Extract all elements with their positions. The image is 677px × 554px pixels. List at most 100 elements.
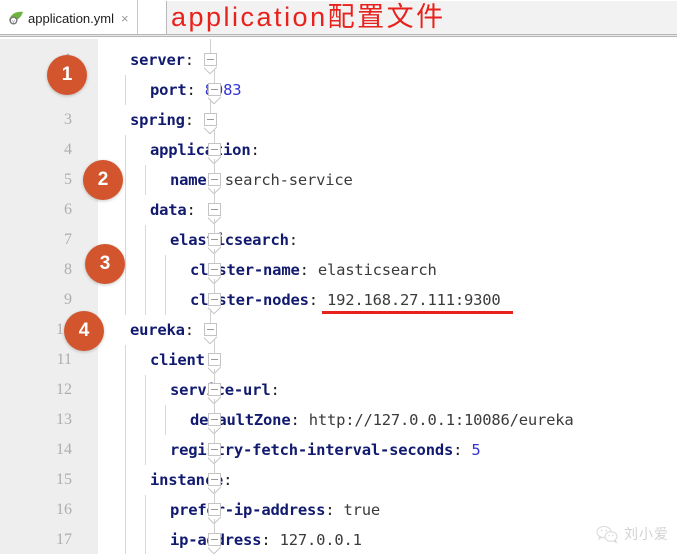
code-text: defaultZone: http://127.0.0.1:10086/eure… [190,405,574,435]
indent-guide [145,255,146,285]
fold-toggle-icon[interactable] [208,383,221,396]
watermark: 刘小爱 [596,524,669,544]
yaml-key: prefer-ip-address [170,501,326,519]
yaml-key: defaultZone [190,411,291,429]
yaml-colon: : [186,201,196,219]
yaml-key: port [150,81,187,99]
yaml-colon: : [184,111,194,129]
tab-application-yml[interactable]: y application.yml × [0,0,138,36]
line-number: 13 [56,411,72,428]
indent-guide [145,165,146,195]
line-number: 9 [64,291,72,308]
yaml-value: true [334,501,381,519]
indent-guide [165,255,166,285]
line-number: 14 [56,441,72,458]
code-text: elasticsearch: [170,225,298,255]
fold-connector [214,459,215,473]
code-text: cluster-name: elasticsearch [190,255,437,285]
yaml-key: client [150,351,205,369]
fold-connector [214,279,215,293]
indent-guide [145,285,146,315]
spring-leaf-icon: y [8,11,24,25]
fold-connector [214,129,215,143]
fold-connector [214,519,215,533]
yaml-key: spring [130,111,185,129]
yaml-key: elasticsearch [170,231,289,249]
fold-toggle-icon[interactable] [208,353,221,366]
fold-toggle-icon[interactable] [204,113,217,126]
indent-guide [145,225,146,255]
code-text: name: search-service [170,165,353,195]
watermark-text: 刘小爱 [624,526,669,542]
line-number: 8 [64,261,72,278]
fold-toggle-icon[interactable] [208,263,221,276]
yaml-value: 192.168.27.111:9300 [317,291,501,309]
fold-toggle-icon[interactable] [208,533,221,546]
code-text: server: [130,45,194,75]
code-text: client: [150,345,214,375]
fold-end-arrow-icon [204,66,217,74]
page-title: application配置文件 [171,2,446,32]
yaml-colon: : [288,231,298,249]
line-number: 11 [56,351,72,368]
fold-connector [214,69,215,83]
fold-connector [214,429,215,443]
annotation-badge-1: 1 [47,55,87,95]
yaml-colon: : [270,381,280,399]
fold-toggle-icon[interactable] [204,323,217,336]
fold-connector [214,339,215,353]
fold-toggle-icon[interactable] [208,83,221,96]
yaml-value: http://127.0.0.1:10086/eureka [299,411,574,429]
line-number: 3 [64,111,72,128]
fold-toggle-icon[interactable] [208,293,221,306]
fold-connector [210,39,211,53]
fold-toggle-icon[interactable] [208,173,221,186]
yaml-colon: : [453,441,463,459]
fold-toggle-icon[interactable] [208,203,221,216]
fold-toggle-icon[interactable] [204,53,217,66]
fold-connector [214,249,215,263]
line-number: 15 [56,471,72,488]
yaml-colon: : [184,321,194,339]
code-text: service-url: [170,375,280,405]
yaml-colon: : [186,81,196,99]
annotation-badge-4: 4 [64,311,104,351]
code-text: ip-address: 127.0.0.1 [170,525,362,554]
yaml-key: application [150,141,251,159]
yaml-colon: : [184,51,194,69]
indent-guide [145,495,146,525]
fold-connector [214,489,215,503]
fold-toggle-icon[interactable] [208,443,221,456]
indent-guide [145,375,146,405]
code-text: port: 8083 [150,75,242,105]
fold-marker-layer[interactable] [98,39,221,554]
line-number: 7 [64,231,72,248]
yaml-key: server [130,51,185,69]
fold-connector [214,159,215,173]
wechat-icon [596,525,618,544]
indent-guide [145,525,146,554]
annotation-badge-2: 2 [83,160,123,200]
annotation-title-box: application配置文件 [166,1,677,34]
annotation-badge-3: 3 [85,244,125,284]
yaml-colon: : [223,471,233,489]
close-icon[interactable]: × [121,12,129,25]
fold-toggle-icon[interactable] [208,503,221,516]
yaml-colon: : [308,291,318,309]
line-number: 17 [56,531,72,548]
fold-toggle-icon[interactable] [208,473,221,486]
fold-connector [210,99,211,113]
fold-toggle-icon[interactable] [208,143,221,156]
code-text: application: [150,135,260,165]
title-divider [0,34,677,37]
yaml-key: eureka [130,321,185,339]
code-editor[interactable]: 1 server: 2 port: 8083 3 spring: 4 application:… [0,39,677,554]
fold-toggle-icon[interactable] [208,413,221,426]
line-number: 5 [64,171,72,188]
fold-connector [214,369,215,383]
yaml-value: elasticsearch [308,261,437,279]
fold-toggle-icon[interactable] [208,233,221,246]
fold-connector [214,189,215,203]
annotation-underline [321,311,513,314]
indent-guide [145,405,146,435]
